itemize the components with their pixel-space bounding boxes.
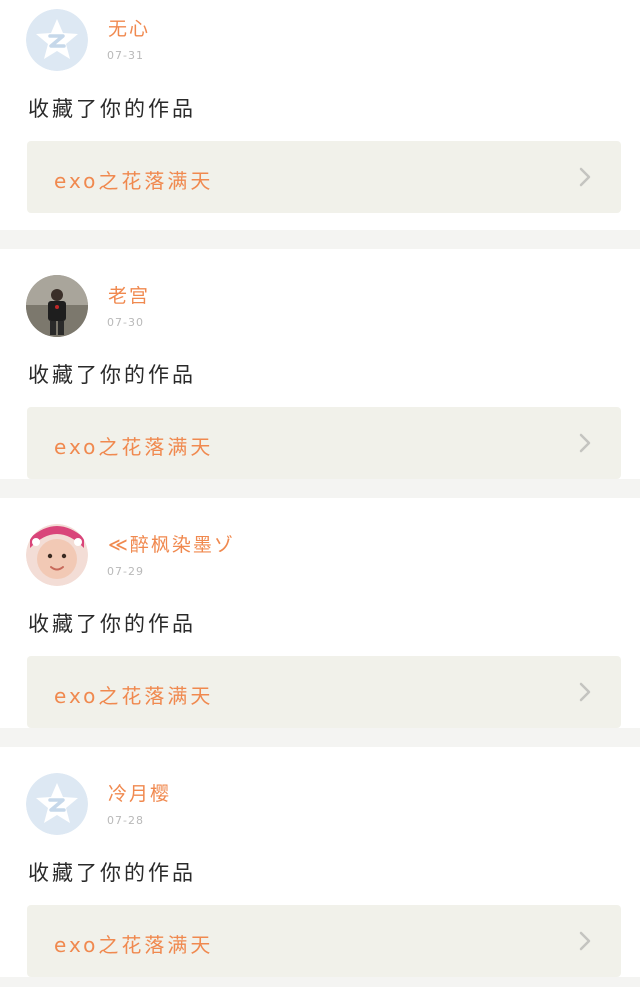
activity-card: 无心 07-31 收藏了你的作品 exo之花落满天 [0, 0, 640, 230]
activity-date: 07-30 [107, 316, 144, 329]
activity-date: 07-31 [107, 49, 144, 62]
activity-card: 冷月樱 07-28 收藏了你的作品 exo之花落满天 [0, 747, 640, 977]
username[interactable]: 无心 [108, 14, 150, 41]
username[interactable]: 老宫 [108, 281, 150, 308]
work-title: exo之花落满天 [54, 169, 214, 193]
baby-photo-icon [26, 524, 88, 586]
work-link[interactable]: exo之花落满天 [27, 407, 621, 479]
activity-feed: 无心 07-31 收藏了你的作品 exo之花落满天 老宫 07-30 收藏了你的… [0, 0, 640, 977]
activity-action-text: 收藏了你的作品 [28, 97, 196, 121]
chevron-right-icon [579, 433, 591, 453]
activity-date: 07-28 [107, 814, 144, 827]
chevron-right-icon [579, 167, 591, 187]
chevron-right-icon [579, 682, 591, 702]
work-link[interactable]: exo之花落满天 [27, 656, 621, 728]
work-title: exo之花落满天 [54, 684, 214, 708]
avatar[interactable] [26, 773, 88, 835]
username[interactable]: 冷月樱 [108, 779, 171, 806]
work-link[interactable]: exo之花落满天 [27, 141, 621, 213]
activity-action-text: 收藏了你的作品 [28, 612, 196, 636]
qq-star-default-icon [26, 773, 88, 835]
activity-action-text: 收藏了你的作品 [28, 363, 196, 387]
avatar[interactable] [26, 275, 88, 337]
work-link[interactable]: exo之花落满天 [27, 905, 621, 977]
username[interactable]: ≪醉枫染墨ゾ [108, 530, 235, 557]
activity-card: 老宫 07-30 收藏了你的作品 exo之花落满天 [0, 249, 640, 479]
activity-card: ≪醉枫染墨ゾ 07-29 收藏了你的作品 exo之花落满天 [0, 498, 640, 728]
person-photo-icon [26, 275, 88, 337]
chevron-right-icon [579, 931, 591, 951]
activity-action-text: 收藏了你的作品 [28, 861, 196, 885]
work-title: exo之花落满天 [54, 435, 214, 459]
qq-star-default-icon [26, 9, 88, 71]
work-title: exo之花落满天 [54, 933, 214, 957]
activity-date: 07-29 [107, 565, 144, 578]
avatar[interactable] [26, 524, 88, 586]
avatar[interactable] [26, 9, 88, 71]
